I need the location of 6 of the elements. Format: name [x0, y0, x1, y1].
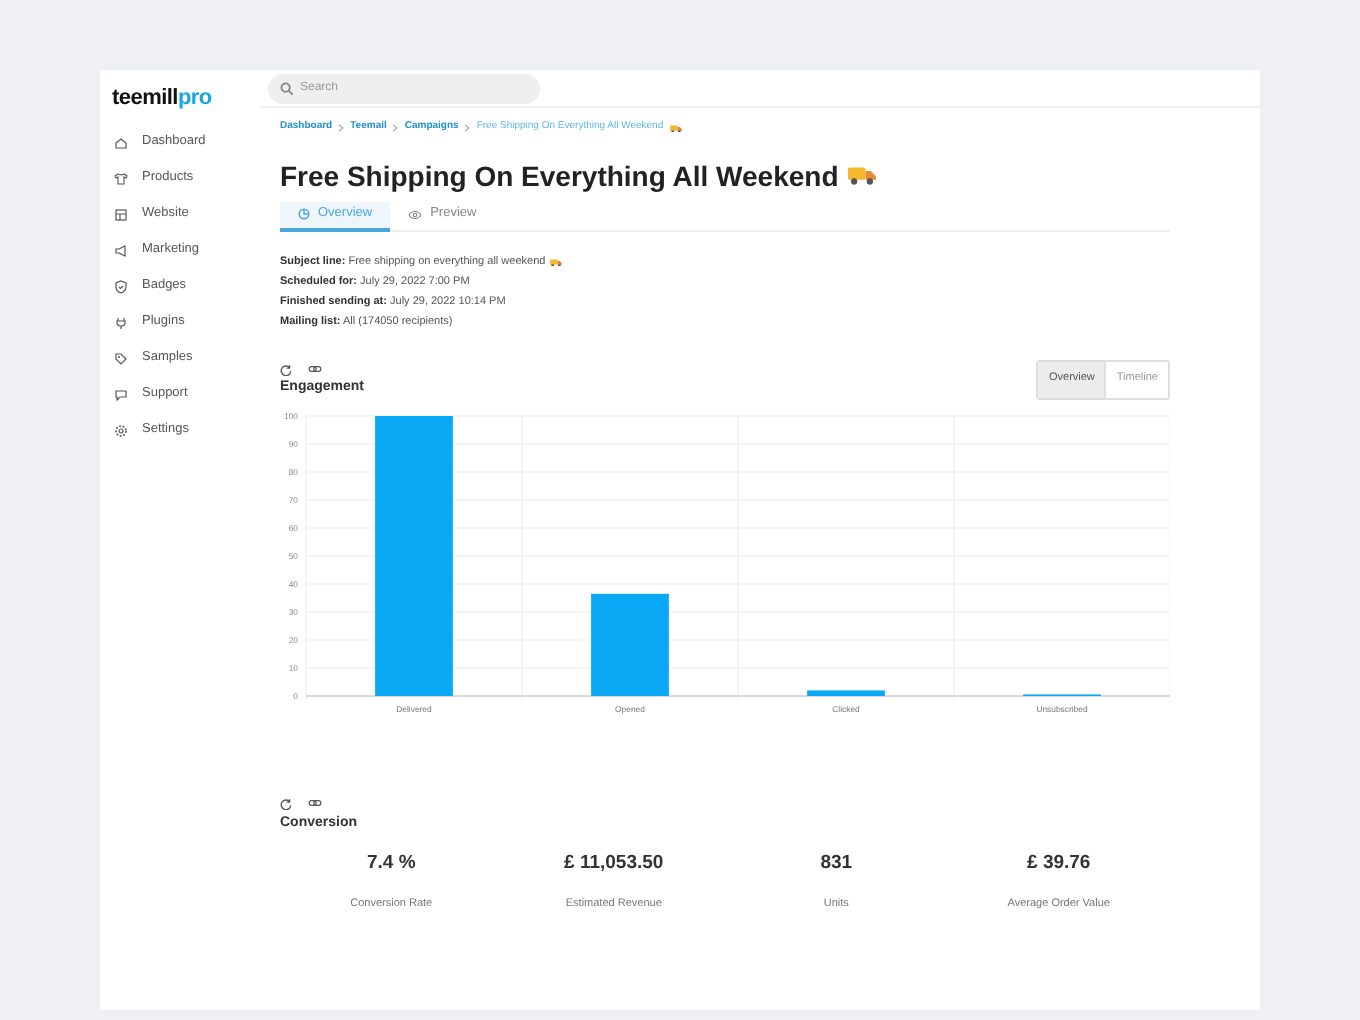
metric-value: 7.4 %	[366, 850, 416, 878]
logo[interactable]: teemillpro	[112, 88, 212, 110]
page-title: Free Shipping On Everything All Weekend	[280, 161, 839, 189]
metric-value: £ 11,053.50	[564, 850, 664, 878]
metric-value: £ 39.76	[1027, 850, 1091, 878]
metric-value: 831	[820, 850, 853, 878]
